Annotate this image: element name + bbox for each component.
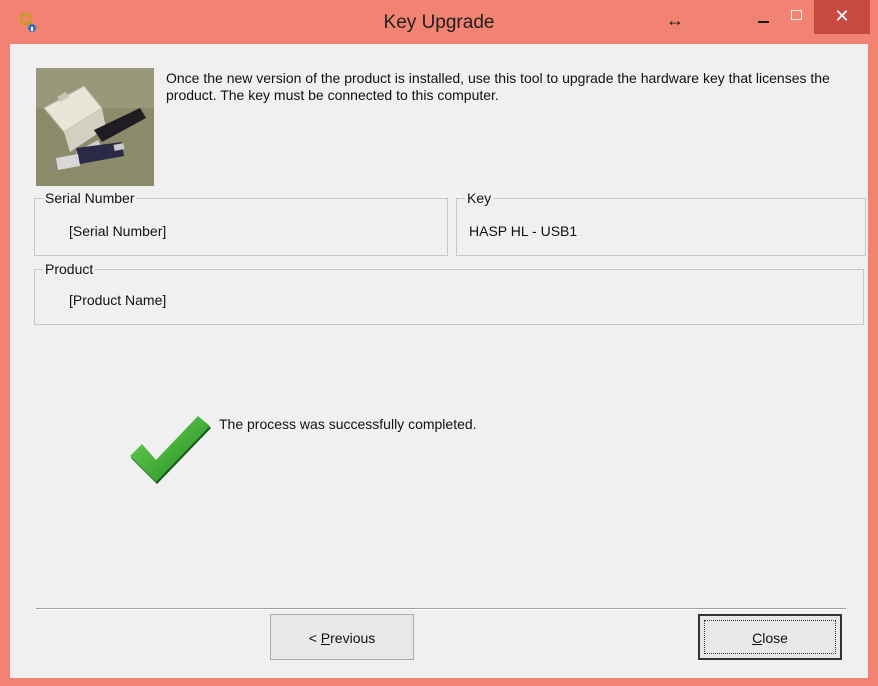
maximize-button[interactable] <box>780 0 814 34</box>
previous-prefix: < <box>308 630 321 646</box>
key-value: HASP HL - USB1 <box>469 223 578 239</box>
serial-number-value: [Serial Number] <box>69 223 167 239</box>
window-border-left <box>0 44 10 686</box>
resize-icon[interactable]: ↔ <box>666 10 684 30</box>
product-group: Product [Product Name] <box>34 260 864 325</box>
previous-accelerator: P <box>320 630 331 646</box>
close-window-button[interactable]: ✕ <box>814 0 870 34</box>
window-border-right <box>868 44 878 686</box>
footer-divider <box>36 608 846 610</box>
product-label: Product <box>43 260 96 278</box>
hardware-key-photo <box>36 68 154 186</box>
previous-label-rest: revious <box>330 630 376 646</box>
minimize-icon <box>758 21 769 23</box>
window-border-bottom <box>0 678 878 686</box>
serial-number-label: Serial Number <box>43 189 137 207</box>
product-value: [Product Name] <box>69 292 167 308</box>
key-app-icon[interactable] <box>18 12 40 34</box>
maximize-icon <box>791 10 802 20</box>
close-icon: ✕ <box>834 6 850 26</box>
serial-number-group: Serial Number [Serial Number] <box>34 189 448 256</box>
minimize-button[interactable] <box>744 0 784 34</box>
key-group: Key HASP HL - USB1 <box>456 189 866 256</box>
key-label: Key <box>465 189 494 207</box>
previous-button[interactable]: < Previous <box>270 614 414 660</box>
close-button[interactable]: Close <box>698 614 842 660</box>
status-message: The process was successfully completed. <box>219 416 477 432</box>
focus-rectangle <box>704 620 836 654</box>
intro-text: Once the new version of the product is i… <box>166 70 830 103</box>
key-upgrade-window: Key Upgrade ↔ ✕ Once the new version of … <box>0 0 878 686</box>
green-checkmark-icon <box>130 416 211 484</box>
